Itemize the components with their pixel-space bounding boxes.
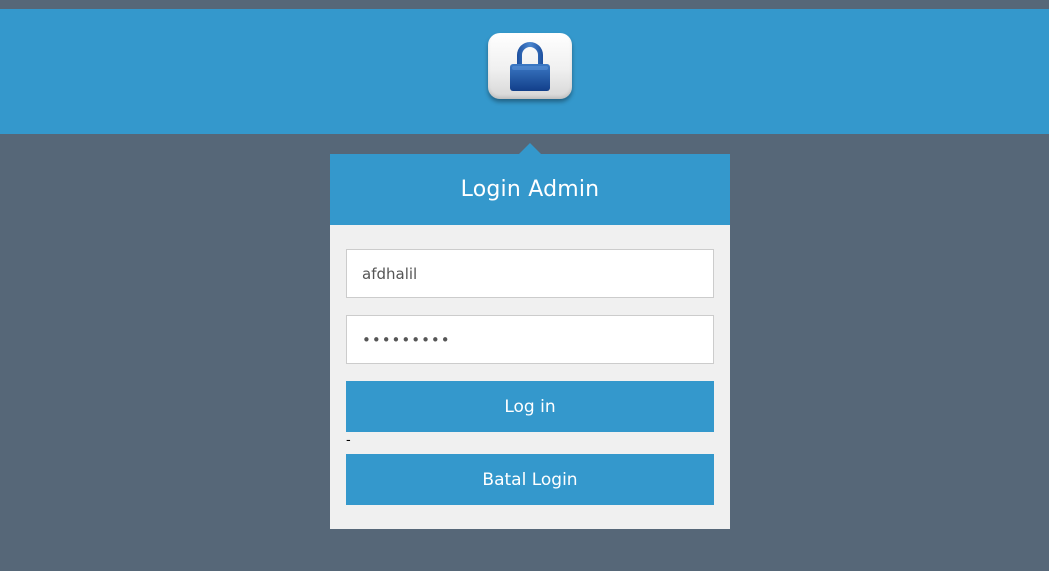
password-input[interactable] xyxy=(346,315,714,364)
card-title: Login Admin xyxy=(460,177,600,202)
card-header: Login Admin xyxy=(330,154,730,225)
card-pointer xyxy=(519,143,541,154)
separator-text: - xyxy=(346,433,351,448)
cancel-login-button[interactable]: Batal Login xyxy=(346,454,714,505)
username-input[interactable] xyxy=(346,249,714,298)
login-card: Login Admin Log in - Batal Login xyxy=(330,154,730,529)
padlock-icon xyxy=(488,33,572,99)
login-button[interactable]: Log in xyxy=(346,381,714,432)
